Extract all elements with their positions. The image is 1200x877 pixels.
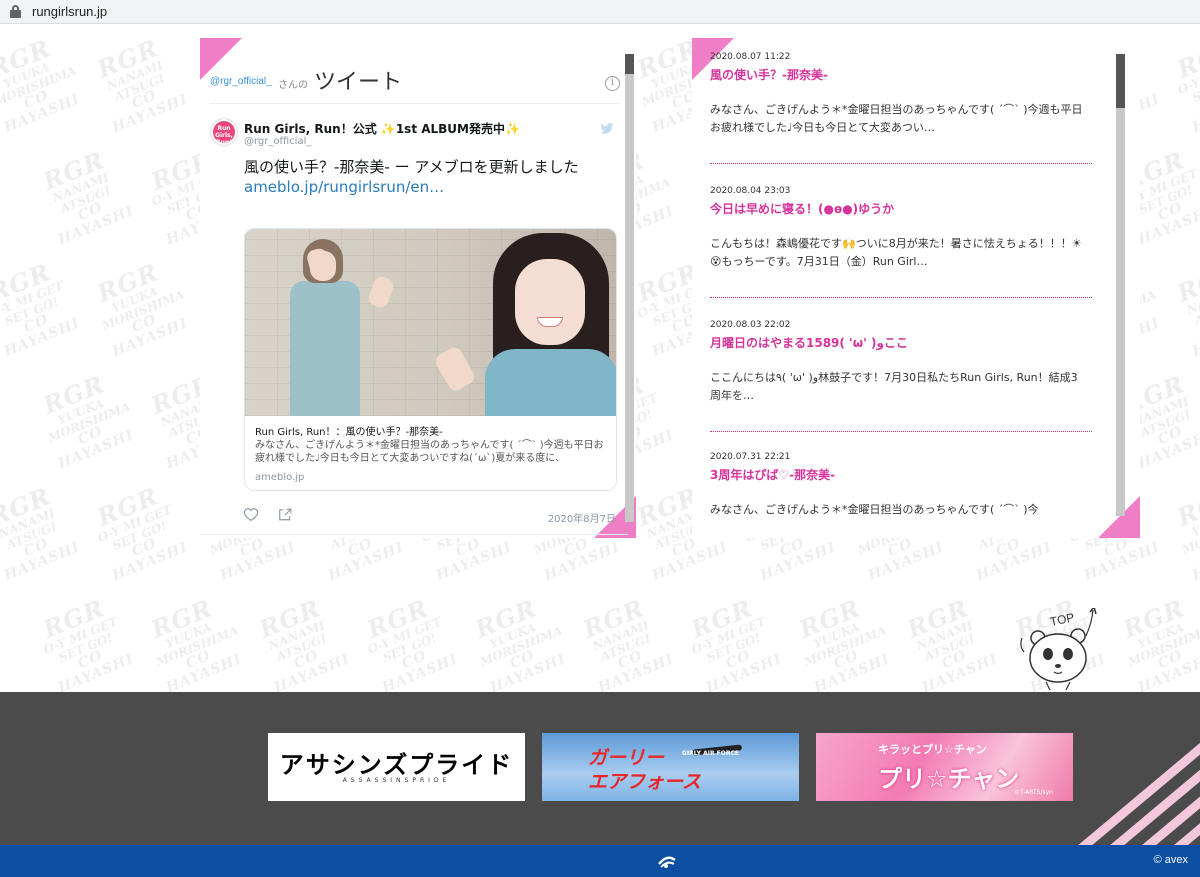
back-to-top-button[interactable]: TOP (1016, 605, 1102, 692)
tweet-date[interactable]: 2020年8月7日 (548, 510, 616, 525)
tweet-scrollbar-thumb[interactable] (625, 54, 634, 74)
post-date: 2020.08.07 11:22 (710, 52, 791, 62)
post-body: みなさん、ごきげんよう＊*金曜日担当のあっちゃんです( ´⌒` )今 (710, 503, 1039, 516)
watermark-logo: RGRO-Y MI GET SET GO!CO HAYASHI (38, 593, 137, 692)
watermark-logo: RGRNANAMI ATSUGICO HAYASHI (0, 481, 83, 585)
watermark-logo: RGRNANAMI ATSUGICO HAYASHI (1172, 257, 1200, 361)
watermark-logo: RGRO-Y MI GET SET GO!CO HAYASHI (0, 257, 83, 361)
post-separator (710, 163, 1092, 164)
blog-post[interactable]: 2020.08.07 11:22 風の使い手？-那奈美- みなさん、ごきげんよう… (710, 52, 1088, 137)
blog-scrollbar[interactable] (1116, 54, 1125, 516)
post-title[interactable]: 3周年はぴば♡-那奈美- (710, 466, 1088, 483)
watermark-logo: RGRYUUKA MORISHIMACO HAYASHI (38, 369, 137, 473)
banner-kiratto-pri-chan[interactable]: キラッとプリ☆チャン プリ☆チャン ©T-ARTS/syn (816, 733, 1073, 801)
watermark-logo: RGRNANAMI ATSUGICO HAYASHI (92, 33, 191, 137)
card-photo (245, 229, 616, 416)
banner-subtitle: GIRLY AIR FORCE (682, 750, 740, 757)
watermark-logo: RGRNANAMI ATSUGICO HAYASHI (902, 593, 1001, 692)
divider (200, 534, 628, 535)
watermark-logo: RGRO-Y MI GET SET GO!CO HAYASHI (92, 481, 191, 585)
share-icon[interactable] (278, 508, 292, 521)
tweet-scrollbar[interactable] (625, 54, 634, 522)
copyright-text: © avex (1153, 854, 1188, 866)
post-date: 2020.08.03 22:02 (710, 320, 791, 330)
blog-panel: 2020.08.07 11:22 風の使い手？-那奈美- みなさん、ごきげんよう… (692, 38, 1140, 538)
tweet-widget-header: @rgr_official_ さんの ツイート i (210, 64, 620, 104)
heart-icon[interactable] (244, 508, 258, 521)
post-body: こんもちは！森嶋優花です🙌ついに8月が来た！暑さに怯えちょる！！！☀😵もっちーで… (710, 237, 1082, 268)
post-title[interactable]: 今日は早めに寝る！(●ө●)ゆうか (710, 200, 1088, 217)
watermark-logo: RGRYUUKA MORISHIMACO HAYASHI (1172, 481, 1200, 585)
blog-scrollbar-thumb[interactable] (1116, 54, 1125, 108)
watermark-logo: RGRNANAMI ATSUGICO HAYASHI (254, 593, 353, 692)
header-san: さんの (278, 80, 308, 91)
post-body: みなさん、ごきげんよう＊*金曜日担当のあっちゃんです( ´⌒` )今週も平日お疲… (710, 103, 1083, 134)
watermark-logo: RGRYUUKA MORISHIMACO HAYASHI (146, 593, 245, 692)
banner-title: ガーリー (588, 747, 665, 769)
watermark-logo: RGRYUUKA MORISHIMACO HAYASHI (92, 257, 191, 361)
panda-icon: TOP (1020, 605, 1097, 691)
post-title[interactable]: 月曜日のはやまる1589( 'ω' )وここ (710, 334, 1088, 351)
bottom-bar: © avex (0, 845, 1200, 877)
watermark-logo: RGRYUUKA MORISHIMACO HAYASHI (470, 593, 569, 692)
card-domain: ameblo.jp (255, 472, 305, 483)
banner-title: エアフォース (588, 771, 702, 793)
card-description: みなさん、ごきげんよう＊*金曜日担当のあっちゃんです( ´⌒` )今週も平日お疲… (255, 440, 604, 464)
tweet-link[interactable]: ameblo.jp/rungirlsrun/en… (244, 178, 444, 196)
card-title[interactable]: Run Girls, Run！：風の使い手？-那奈美- (255, 423, 443, 438)
banner-subtitle: ASSASSINSPRIDE (342, 777, 451, 784)
avex-logo-icon[interactable] (656, 852, 678, 870)
tweet-author-handle[interactable]: @rgr_official_ (244, 136, 311, 147)
tweet-text: 風の使い手？-那奈美- ー アメブロを更新しました (244, 158, 579, 176)
avatar[interactable]: Run Girls, Run! (210, 118, 238, 146)
watermark-logo: RGRO-Y MI GET SET GO!CO HAYASHI (362, 593, 461, 692)
post-separator (710, 297, 1092, 298)
blog-post[interactable]: 2020.08.04 23:03 今日は早めに寝る！(●ө●)ゆうか こんもちは… (710, 186, 1088, 271)
post-body: ここんにちは٩( 'ω' )و林鼓子です！7月30日私たちRun Girls, … (710, 371, 1078, 402)
blog-post[interactable]: 2020.08.03 22:02 月曜日のはやまる1589( 'ω' )وここ … (710, 320, 1088, 405)
watermark-logo: RGRO-Y MI GET SET GO!CO HAYASHI (1172, 33, 1200, 137)
url-text[interactable]: rungirlsrun.jp (32, 4, 107, 19)
watermark-logo: RGRNANAMI ATSUGICO HAYASHI (578, 593, 677, 692)
banner-credit: ©T-ARTS/syn (1014, 789, 1053, 796)
info-icon[interactable]: i (605, 76, 620, 91)
post-separator (710, 431, 1092, 432)
banner-title: キラッとプリ☆チャン (878, 743, 987, 756)
header-handle-link[interactable]: @rgr_official_ (210, 76, 272, 87)
watermark-logo: RGRYUUKA MORISHIMACO HAYASHI (0, 33, 83, 137)
top-label: TOP (1049, 610, 1076, 629)
blog-post[interactable]: 2020.07.31 22:21 3周年はぴば♡-那奈美- みなさん、ごきげんよ… (710, 452, 1088, 528)
post-title[interactable]: 風の使い手？-那奈美- (710, 66, 1088, 83)
lock-icon (10, 5, 21, 18)
decorative-stripes (1060, 692, 1200, 845)
watermark-logo: RGRYUUKA MORISHIMACO HAYASHI (1118, 593, 1200, 692)
tweet-author-name[interactable]: Run Girls, Run！公式 ✨1st ALBUM発売中✨ (244, 120, 520, 137)
link-card[interactable]: Run Girls, Run！：風の使い手？-那奈美- みなさん、ごきげんよう＊… (244, 228, 617, 491)
banner-girly-air-force[interactable]: ガーリー エアフォース GIRLY AIR FORCE (542, 733, 799, 801)
tweet-panel: @rgr_official_ さんの ツイート i Run Girls, Run… (200, 38, 636, 538)
footer-banners: アサシンズプライド ASSASSINSPRIDE ガーリー エアフォース GIR… (0, 692, 1200, 845)
twitter-bird-icon[interactable] (600, 123, 614, 134)
watermark-logo: RGRO-Y MI GET SET GO!CO HAYASHI (686, 593, 785, 692)
watermark-logo: RGRNANAMI ATSUGICO HAYASHI (38, 145, 137, 249)
browser-address-bar[interactable]: rungirlsrun.jp (0, 0, 1200, 24)
banner-title: プリ☆チャン (878, 765, 1020, 793)
watermark-logo: RGRYUUKA MORISHIMACO HAYASHI (794, 593, 893, 692)
header-title: ツイート (314, 70, 403, 95)
banner-assassins-pride[interactable]: アサシンズプライド ASSASSINSPRIDE (268, 733, 525, 801)
post-date: 2020.07.31 22:21 (710, 452, 791, 462)
post-date: 2020.08.04 23:03 (710, 186, 791, 196)
banner-title: アサシンズプライド (279, 750, 514, 779)
